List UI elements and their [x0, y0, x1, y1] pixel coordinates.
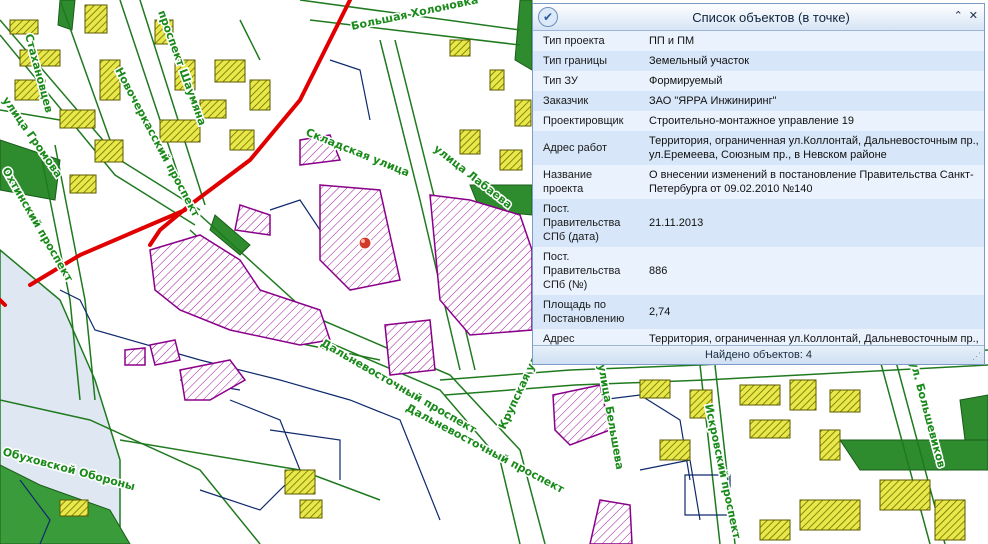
row-key: Площадь по Постановлению — [543, 299, 625, 325]
row-value: 886 — [649, 265, 668, 277]
row-value: ЗАО "ЯРРА Инжиниринг" — [649, 95, 777, 107]
table-row: Тип ЗУ Формируемый — [533, 71, 984, 91]
table-row: Название проекта О внесении изменений в п… — [533, 165, 984, 199]
panel-title: Список объектов (в точке) — [692, 9, 850, 25]
street-label: Искровский проспект — [702, 403, 743, 541]
panel-footer: Найдено объектов: 4 — [533, 345, 984, 364]
row-key: Пост. Правительства СПб (№) — [543, 251, 621, 291]
row-key: Проектировщик — [543, 115, 624, 127]
check-circle-icon: ✔ — [538, 7, 558, 27]
row-key: Название проекта — [543, 169, 593, 195]
street-label: проспект Шаумяна — [155, 9, 209, 128]
table-row: Адрес работ Территория, ограниченная ул.К… — [533, 131, 984, 165]
table-row: Пост. Правительства СПб (№) 886 — [533, 247, 984, 295]
row-value: Формируемый — [649, 75, 723, 87]
table-row: Площадь по Постановлению 2,74 — [533, 295, 984, 329]
row-value: О внесении изменений в постановление Пра… — [649, 169, 974, 195]
row-value: Строительно-монтажное управление 19 — [649, 115, 854, 127]
table-row: Тип проекта ПП и ПМ — [533, 31, 984, 51]
close-icon[interactable]: ✕ — [969, 9, 978, 22]
row-key: Пост. Правительства СПб (дата) — [543, 203, 621, 243]
table-row: Проектировщик Строительно-монтажное управ… — [533, 111, 984, 131]
row-value: 2,74 — [649, 306, 671, 318]
row-key: Адрес работ — [543, 142, 607, 154]
objects-list-panel: ✔ Список объектов (в точке) ⌃ ✕ Тип прое… — [532, 3, 985, 365]
table-row: Тип границы Земельный участок — [533, 51, 984, 71]
row-value: Территория, ограниченная ул.Коллонтай, Д… — [649, 135, 979, 161]
row-key: Тип ЗУ — [543, 75, 578, 87]
table-row: Пост. Правительства СПб (дата) 21.11.2013 — [533, 199, 984, 247]
row-value: 21.11.2013 — [649, 217, 704, 229]
street-label: Стахановцев — [22, 32, 56, 114]
row-key: Тип границы — [543, 55, 608, 67]
street-label: Большая Холоновка — [350, 0, 479, 33]
row-key: Тип проекта — [543, 35, 605, 47]
table-row: Заказчик ЗАО "ЯРРА Инжиниринг" — [533, 91, 984, 111]
resize-grip-icon[interactable]: ⋰ — [972, 351, 981, 362]
row-value: ПП и ПМ — [649, 35, 695, 47]
row-value: Земельный участок — [649, 55, 750, 67]
attributes-table: Тип проекта ПП и ПМ Тип границы Земельный у… — [533, 31, 984, 363]
location-marker-icon[interactable] — [358, 236, 372, 250]
double-chevron-up-icon[interactable]: ⌃ — [954, 9, 963, 22]
panel-header[interactable]: ✔ Список объектов (в точке) ⌃ ✕ — [533, 4, 984, 31]
row-key: Заказчик — [543, 95, 589, 107]
street-label: Дальневосточный проспект — [404, 401, 567, 496]
